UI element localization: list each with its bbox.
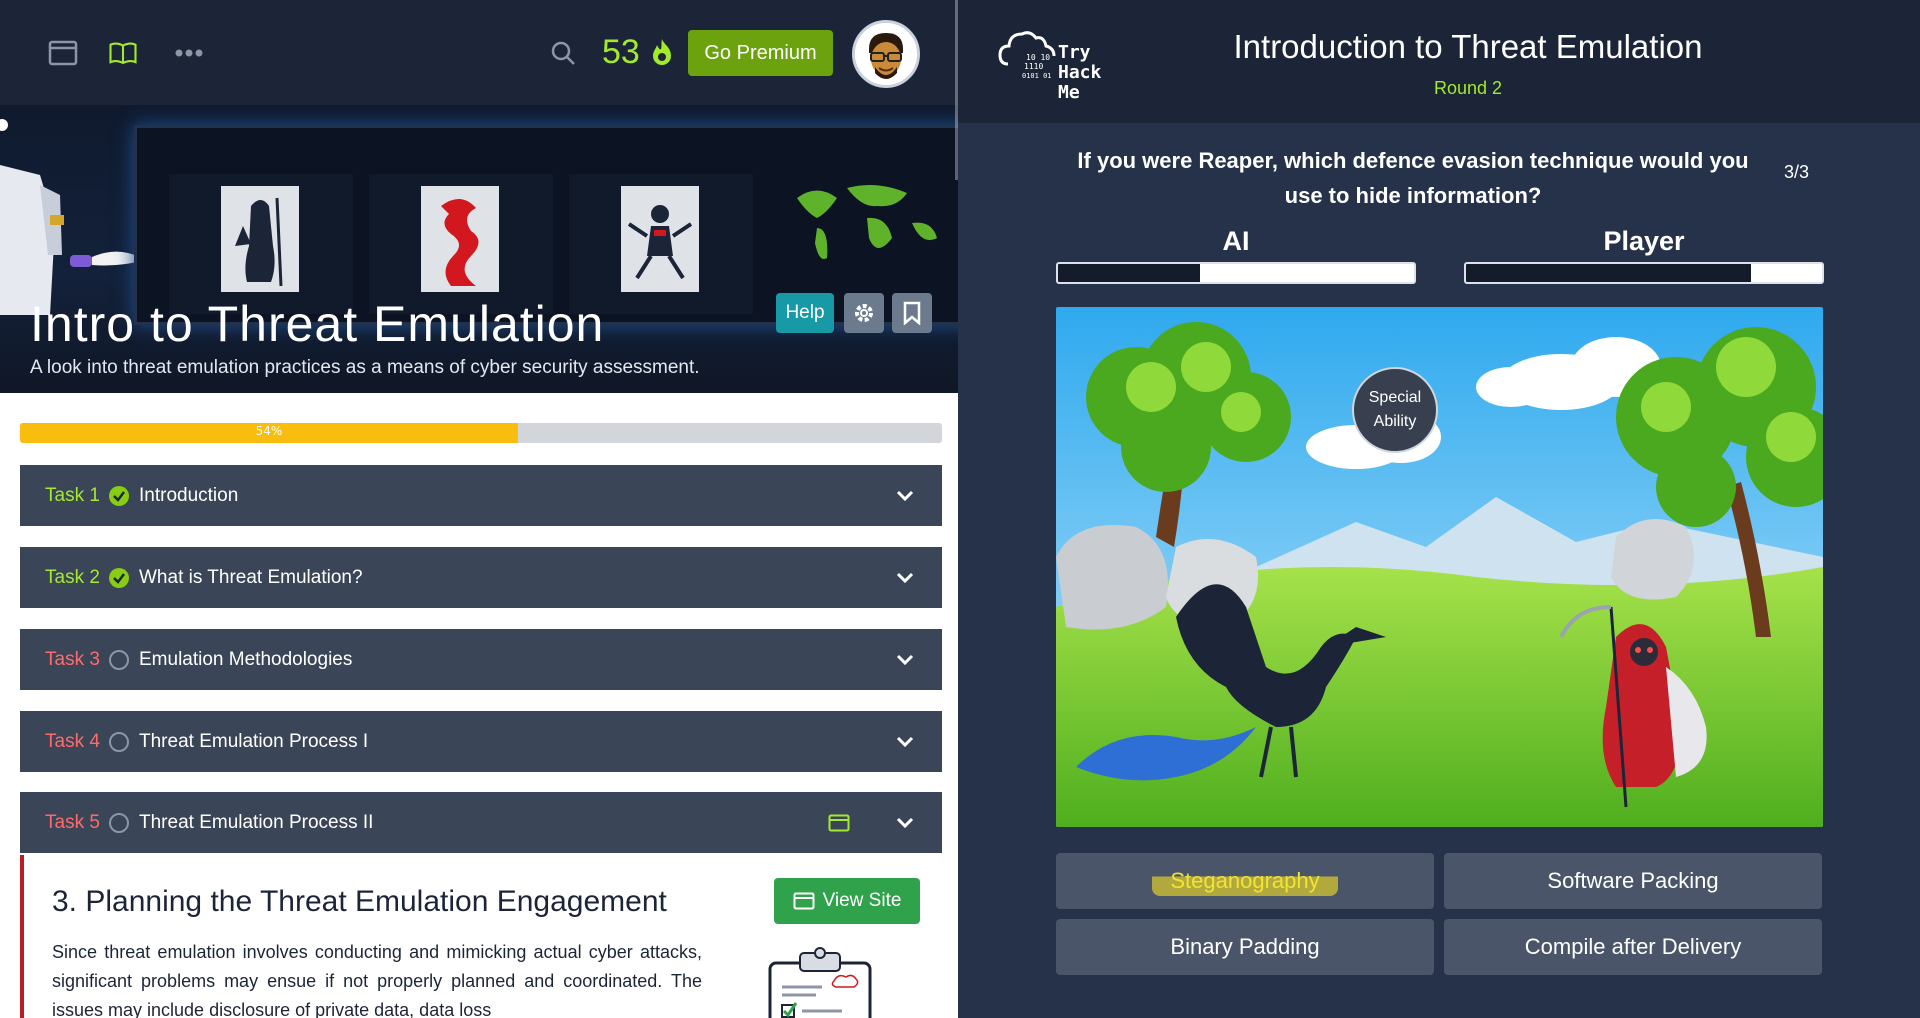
- player-health-bar: [1464, 262, 1824, 284]
- chevron-down-icon[interactable]: [890, 490, 920, 502]
- special-ability-button[interactable]: Special Ability: [1352, 367, 1438, 453]
- top-navbar: 53 Go Premium: [0, 0, 958, 105]
- battle-scene: Special Ability: [1056, 307, 1823, 827]
- chevron-down-icon[interactable]: [890, 654, 920, 666]
- question-counter: 3/3: [1784, 162, 1810, 182]
- task-title: Threat Emulation Process I: [139, 730, 369, 752]
- empty-circle-icon: [109, 649, 129, 670]
- task-number: Task 1: [45, 484, 100, 506]
- task-title: Threat Emulation Process II: [139, 811, 374, 833]
- answer-label: Steganography: [1152, 866, 1338, 896]
- check-circle-icon: [109, 567, 129, 588]
- clipboard-illustration: [768, 947, 872, 1018]
- room-title: Intro to Threat Emulation: [30, 296, 605, 352]
- room-pane: 53 Go Premium Intro to Threat Emulation …: [0, 0, 958, 1018]
- gear-icon: [855, 304, 873, 322]
- answer-option-4[interactable]: Compile after Delivery: [1444, 919, 1822, 975]
- search-icon[interactable]: [548, 38, 578, 68]
- ai-health-fill: [1058, 264, 1201, 282]
- game-header: 10 10 1110 0101 01 Try Hack Me Introduct…: [958, 0, 1920, 123]
- answer-option-3[interactable]: Binary Padding: [1056, 919, 1434, 975]
- svg-text:10 10: 10 10: [1026, 53, 1050, 62]
- task-title: Emulation Methodologies: [139, 648, 353, 670]
- apt-card-reaper: [169, 174, 353, 314]
- task-row-5[interactable]: Task 5 Threat Emulation Process II: [20, 792, 942, 853]
- player-label: Player: [1603, 226, 1685, 256]
- browser-window-icon: [793, 892, 815, 910]
- view-site-button[interactable]: View Site: [774, 878, 920, 924]
- svg-text:Try: Try: [1058, 42, 1091, 63]
- split-view-icon[interactable]: [48, 38, 78, 68]
- task-number: Task 4: [45, 730, 100, 752]
- answer-label: Binary Padding: [1170, 934, 1320, 959]
- apt-card-spider: [569, 174, 753, 314]
- world-map-graphic: [797, 184, 937, 259]
- ai-label: AI: [1222, 226, 1250, 256]
- svg-text:Hack: Hack: [1058, 62, 1102, 83]
- task-number: Task 5: [45, 811, 100, 833]
- flame-icon: [653, 39, 672, 65]
- go-premium-button[interactable]: Go Premium: [688, 30, 833, 76]
- task-number: Task 3: [45, 648, 100, 670]
- static-site-icon[interactable]: [828, 814, 850, 832]
- check-circle-icon: [109, 485, 129, 506]
- room-subtitle: A look into threat emulation practices a…: [30, 357, 700, 378]
- empty-circle-icon: [109, 812, 129, 833]
- bookmark-button[interactable]: [892, 293, 932, 333]
- view-site-label: View Site: [822, 890, 902, 911]
- progress-label: 54%: [255, 424, 283, 438]
- task-title: Introduction: [139, 484, 239, 506]
- task-5-content: 3. Planning the Threat Emulation Engagem…: [20, 855, 942, 1018]
- chevron-down-icon[interactable]: [890, 736, 920, 748]
- task-row-3[interactable]: Task 3 Emulation Methodologies: [20, 629, 942, 690]
- room-banner: Intro to Threat Emulation A look into th…: [0, 105, 958, 393]
- bookmark-icon: [903, 301, 921, 325]
- tryhackme-logo: 10 10 1110 0101 01 Try Hack Me: [998, 31, 1102, 102]
- player-health-fill: [1466, 264, 1751, 282]
- ai-health-bar: [1056, 262, 1416, 284]
- game-pane: 10 10 1110 0101 01 Try Hack Me Introduct…: [958, 0, 1920, 1018]
- streak-count: 53: [602, 33, 640, 71]
- answer-option-2[interactable]: Software Packing: [1444, 853, 1822, 909]
- empty-circle-icon: [109, 731, 129, 752]
- avatar[interactable]: [852, 20, 920, 88]
- svg-text:0101 01: 0101 01: [1022, 72, 1052, 80]
- task-title: What is Threat Emulation?: [139, 566, 363, 588]
- battle-scene-illustration: [1056, 307, 1823, 827]
- task-number: Task 2: [45, 566, 100, 588]
- answer-label: Software Packing: [1547, 868, 1719, 893]
- question-text: If you were Reaper, which defence evasio…: [1077, 148, 1749, 208]
- apt-card-dragon: [369, 174, 553, 314]
- streak-counter[interactable]: 53: [602, 33, 675, 72]
- game-title: Introduction to Threat Emulation: [1233, 28, 1703, 65]
- round-label: Round 2: [1433, 78, 1503, 98]
- svg-text:Me: Me: [1058, 82, 1080, 102]
- chevron-down-icon[interactable]: [890, 572, 920, 584]
- settings-button[interactable]: [844, 293, 884, 333]
- svg-text:1110: 1110: [1024, 62, 1043, 71]
- book-icon[interactable]: [108, 38, 138, 68]
- answer-option-1[interactable]: Steganography: [1056, 853, 1434, 909]
- mascot-illustration: [0, 119, 145, 315]
- help-button[interactable]: Help: [776, 293, 834, 333]
- task-row-4[interactable]: Task 4 Threat Emulation Process I: [20, 711, 942, 772]
- room-progress-bar: 54%: [20, 423, 942, 443]
- more-options-icon[interactable]: [174, 38, 204, 68]
- answer-label: Compile after Delivery: [1524, 934, 1742, 959]
- section-title: 3. Planning the Threat Emulation Engagem…: [52, 885, 667, 918]
- chevron-down-icon[interactable]: [890, 817, 920, 829]
- task-row-1[interactable]: Task 1 Introduction: [20, 465, 942, 526]
- task-row-2[interactable]: Task 2 What is Threat Emulation?: [20, 547, 942, 608]
- task-body-text: Since threat emulation involves conducti…: [52, 942, 702, 1018]
